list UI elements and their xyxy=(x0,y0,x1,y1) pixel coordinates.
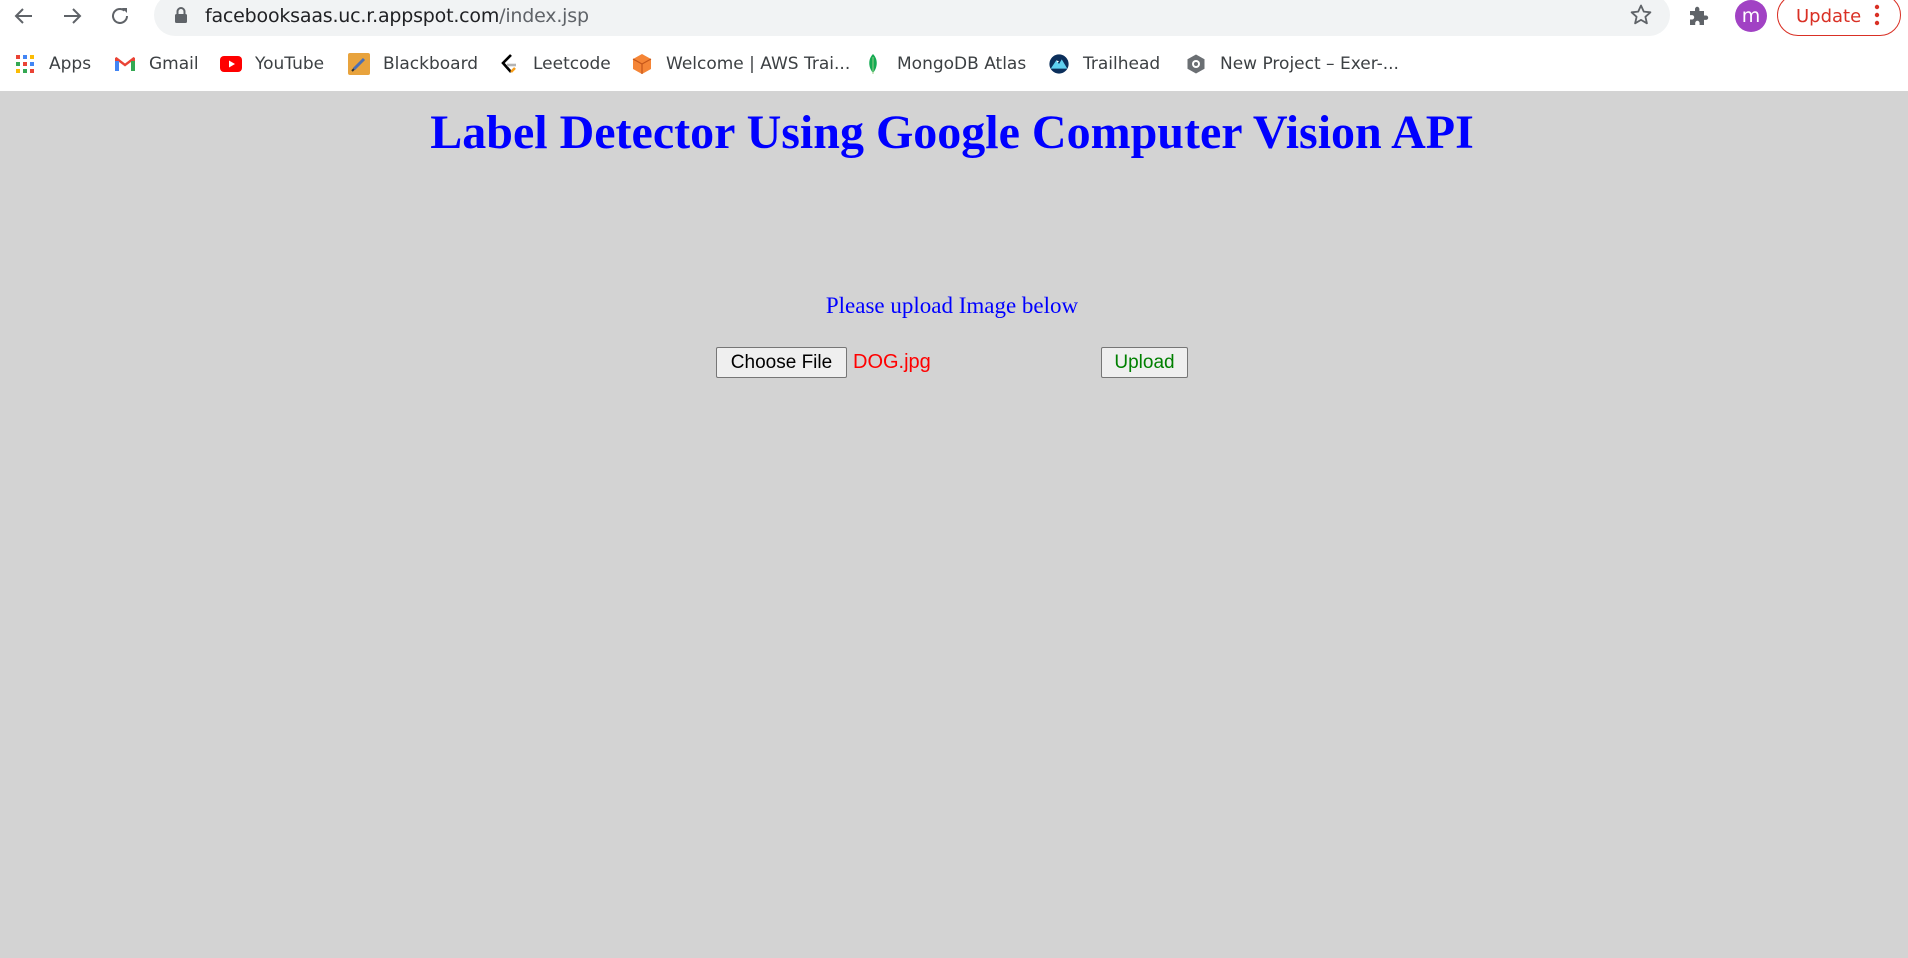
youtube-icon xyxy=(220,53,242,75)
page-title: Label Detector Using Google Computer Vis… xyxy=(430,106,1474,159)
trailhead-icon xyxy=(1048,53,1070,75)
more-vert-icon xyxy=(1874,4,1880,26)
url-host: facebooksaas.uc.r.appspot.com xyxy=(205,5,500,27)
url-path: /index.jsp xyxy=(499,5,589,27)
apps-grid-icon xyxy=(14,53,36,75)
profile-avatar[interactable]: m xyxy=(1735,0,1767,32)
extensions-puzzle-icon[interactable] xyxy=(1686,4,1710,28)
upload-button[interactable]: Upload xyxy=(1101,347,1188,378)
update-button[interactable]: Update xyxy=(1777,0,1901,36)
address-bar[interactable]: facebooksaas.uc.r.appspot.com/index.jsp xyxy=(154,0,1670,36)
back-arrow-icon xyxy=(14,8,32,24)
selected-file-name: DOG.jpg xyxy=(853,351,931,373)
update-label: Update xyxy=(1796,6,1862,27)
bookmark-blackboard[interactable]: Blackboard xyxy=(348,50,478,78)
bookmark-label: New Project – Exer-... xyxy=(1220,54,1399,74)
page-content: Label Detector Using Google Computer Vis… xyxy=(0,91,1908,958)
bookmark-label: Trailhead xyxy=(1083,54,1161,74)
bookmark-label: Gmail xyxy=(149,54,199,74)
lock-icon xyxy=(175,7,187,23)
forward-button[interactable] xyxy=(56,1,88,31)
forward-arrow-icon xyxy=(64,8,82,24)
bookmark-label: Apps xyxy=(49,54,92,74)
bookmark-aws[interactable]: Welcome | AWS Trai... xyxy=(631,50,850,78)
bookmark-youtube[interactable]: YouTube xyxy=(220,50,324,78)
bookmark-label: Leetcode xyxy=(533,54,611,74)
avatar-initial: m xyxy=(1741,4,1761,27)
upload-prompt: Please upload Image below xyxy=(825,293,1079,318)
hexagon-icon xyxy=(1185,53,1207,75)
browser-toolbar: facebooksaas.uc.r.appspot.com/index.jsp … xyxy=(0,0,1908,36)
mongodb-leaf-icon xyxy=(862,53,884,75)
bookmark-label: YouTube xyxy=(255,54,325,74)
bookmark-label: Welcome | AWS Trai... xyxy=(666,54,851,74)
browser-window: facebooksaas.uc.r.appspot.com/index.jsp … xyxy=(0,0,1908,958)
bookmark-new-project[interactable]: New Project – Exer-... xyxy=(1185,50,1399,78)
bookmark-apps[interactable]: Apps xyxy=(14,50,91,78)
gmail-icon xyxy=(114,53,136,75)
reload-button[interactable] xyxy=(104,1,136,31)
bookmark-gmail[interactable]: Gmail xyxy=(114,50,199,78)
reload-icon xyxy=(112,7,128,24)
leetcode-icon xyxy=(498,53,520,75)
aws-cube-icon xyxy=(631,53,653,75)
bookmark-mongodb[interactable]: MongoDB Atlas xyxy=(862,50,1026,78)
url-text: facebooksaas.uc.r.appspot.com/index.jsp xyxy=(205,5,589,27)
choose-file-button[interactable]: Choose File xyxy=(716,347,847,378)
bookmark-star-icon[interactable] xyxy=(1629,3,1653,27)
blackboard-icon xyxy=(348,53,370,75)
bookmarks-bar: Apps Gmail YouTube Blackboard Leetcode W… xyxy=(0,44,1908,84)
bookmark-leetcode[interactable]: Leetcode xyxy=(498,50,611,78)
bookmark-label: Blackboard xyxy=(383,54,479,74)
bookmark-trailhead[interactable]: Trailhead xyxy=(1048,50,1160,78)
back-button[interactable] xyxy=(8,1,40,31)
bookmark-label: MongoDB Atlas xyxy=(897,54,1027,74)
